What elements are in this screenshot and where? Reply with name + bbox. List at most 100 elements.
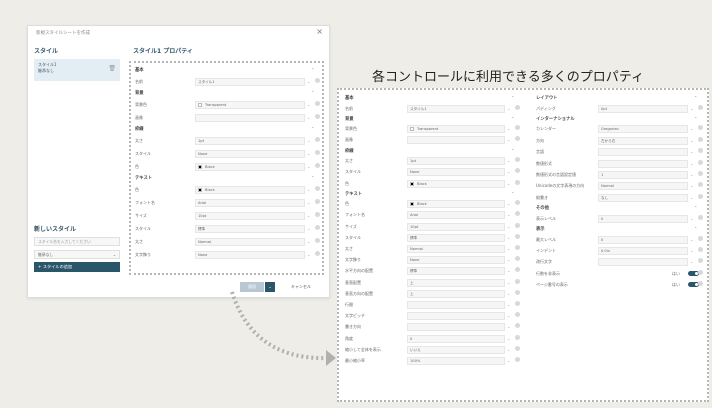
property-value-field[interactable]: 標準 [407,233,505,242]
group-header[interactable]: 背景 [135,90,144,96]
reset-icon[interactable] [698,148,703,154]
reset-icon[interactable] [698,269,703,275]
reset-icon[interactable] [515,157,520,163]
reset-icon[interactable] [698,235,703,241]
chevron-down-icon[interactable]: ⌄ [507,106,510,111]
reset-icon[interactable] [315,137,320,142]
chevron-down-icon[interactable]: ⌄ [507,280,510,285]
reset-icon[interactable] [515,245,520,250]
reset-icon[interactable] [515,301,520,306]
new-style-name-input[interactable]: スタイル名を入力してください [34,237,120,246]
reset-icon[interactable] [315,101,320,106]
property-value-field[interactable]: Black [407,179,505,188]
chevron-up-icon[interactable]: ⌃ [694,95,697,100]
reset-icon[interactable] [315,212,320,217]
chevron-down-icon[interactable]: ⌄ [507,235,510,240]
chevron-down-icon[interactable]: ⌄ [507,181,510,186]
group-header[interactable]: レイアウト [536,95,557,101]
chevron-up-icon[interactable]: ⌃ [311,126,314,131]
reset-icon[interactable] [515,200,520,206]
reset-icon[interactable] [515,179,520,185]
chevron-down-icon[interactable]: ⌄ [507,291,510,296]
group-header[interactable]: 基本 [345,95,354,101]
chevron-down-icon[interactable]: ⌄ [307,213,310,218]
property-value-field[interactable]: 0 [598,214,688,223]
property-value-field[interactable] [407,301,505,309]
reset-icon[interactable] [315,163,320,168]
chevron-down-icon[interactable]: ⌄ [507,158,510,163]
chevron-down-icon[interactable]: ⌄ [507,137,510,142]
chevron-down-icon[interactable]: ⌄ [507,313,510,318]
reset-icon[interactable] [315,150,320,155]
chevron-down-icon[interactable]: ⌄ [690,126,693,131]
chevron-down-icon[interactable]: ⌄ [507,268,510,273]
style-list-item[interactable]: スタイル1 継承なし 🗑 [34,59,120,81]
reset-icon[interactable] [515,136,520,142]
property-value-field[interactable]: Gregorian [598,125,688,134]
property-value-field[interactable]: 1 [598,171,688,179]
property-value-field[interactable]: Black [195,186,305,194]
property-value-field[interactable] [195,114,305,122]
chevron-up-icon[interactable]: ⌃ [311,175,314,180]
chevron-up-icon[interactable]: ⌃ [511,191,514,196]
chevron-down-icon[interactable]: ⌄ [507,212,510,217]
chevron-down-icon[interactable]: ⌄ [307,187,310,192]
reset-icon[interactable] [515,256,520,262]
group-header[interactable]: 枠線 [135,126,144,132]
chevron-down-icon[interactable]: ⌄ [307,252,310,257]
chevron-down-icon[interactable]: ⌄ [690,248,693,253]
property-value-field[interactable]: 100% [407,357,505,365]
reset-icon[interactable] [315,251,320,256]
chevron-down-icon[interactable]: ⌄ [690,172,693,177]
reset-icon[interactable] [698,193,703,199]
property-value-field[interactable]: 標準 [407,267,505,276]
reset-icon[interactable] [515,267,520,273]
property-value-field[interactable]: Normal [195,238,305,246]
property-value-field[interactable]: 10pt [195,212,305,220]
property-value-field[interactable]: Transparent [195,101,305,109]
chevron-down-icon[interactable]: ⌄ [690,216,693,221]
property-value-field[interactable]: 1pt [407,157,505,166]
reset-icon[interactable] [515,345,520,351]
reset-icon[interactable] [315,225,320,230]
reset-icon[interactable] [315,186,320,191]
property-value-field[interactable]: Transparent [407,125,505,134]
reset-icon[interactable] [515,289,520,295]
reset-icon[interactable] [515,233,520,239]
property-value-field[interactable]: 10pt [407,222,505,231]
property-value-field[interactable] [407,323,505,332]
property-value-field[interactable]: 0pt [598,104,688,113]
chevron-down-icon[interactable]: ⌄ [307,226,310,231]
chevron-down-icon[interactable]: ⌄ [690,259,693,264]
reset-icon[interactable] [315,199,320,204]
reset-icon[interactable] [315,238,320,243]
property-value-field[interactable]: Arial [195,199,305,207]
chevron-down-icon[interactable]: ⌄ [690,183,693,188]
property-value-field[interactable]: None [195,150,305,158]
chevron-down-icon[interactable]: ⌄ [690,106,693,111]
property-value-field[interactable]: Arial [407,211,505,220]
property-value-field[interactable]: 上 [407,289,505,298]
reset-icon[interactable] [698,136,703,142]
chevron-up-icon[interactable]: ⌃ [694,205,697,210]
property-value-field[interactable]: 0 [407,334,505,343]
reset-icon[interactable] [698,159,703,165]
property-value-field[interactable]: Normal [407,245,505,253]
chevron-up-icon[interactable]: ⌃ [694,226,697,231]
property-value-field[interactable]: Normal [598,182,688,191]
reset-icon[interactable] [515,278,520,284]
reset-icon[interactable] [698,104,703,110]
chevron-down-icon[interactable]: ⌄ [307,138,310,143]
reset-icon[interactable] [315,114,320,119]
add-style-button[interactable]: + スタイルの追加 [34,262,120,272]
chevron-down-icon[interactable]: ⌄ [507,324,510,329]
chevron-down-icon[interactable]: ⌄ [507,224,510,229]
chevron-up-icon[interactable]: ⌃ [511,116,514,121]
chevron-up-icon[interactable]: ⌃ [694,116,697,121]
property-value-field[interactable] [598,148,688,157]
chevron-down-icon[interactable]: ⌄ [507,201,510,206]
reset-icon[interactable] [698,281,703,287]
reset-icon[interactable] [515,125,520,131]
close-icon[interactable]: × [316,27,323,36]
reset-icon[interactable] [698,214,703,220]
